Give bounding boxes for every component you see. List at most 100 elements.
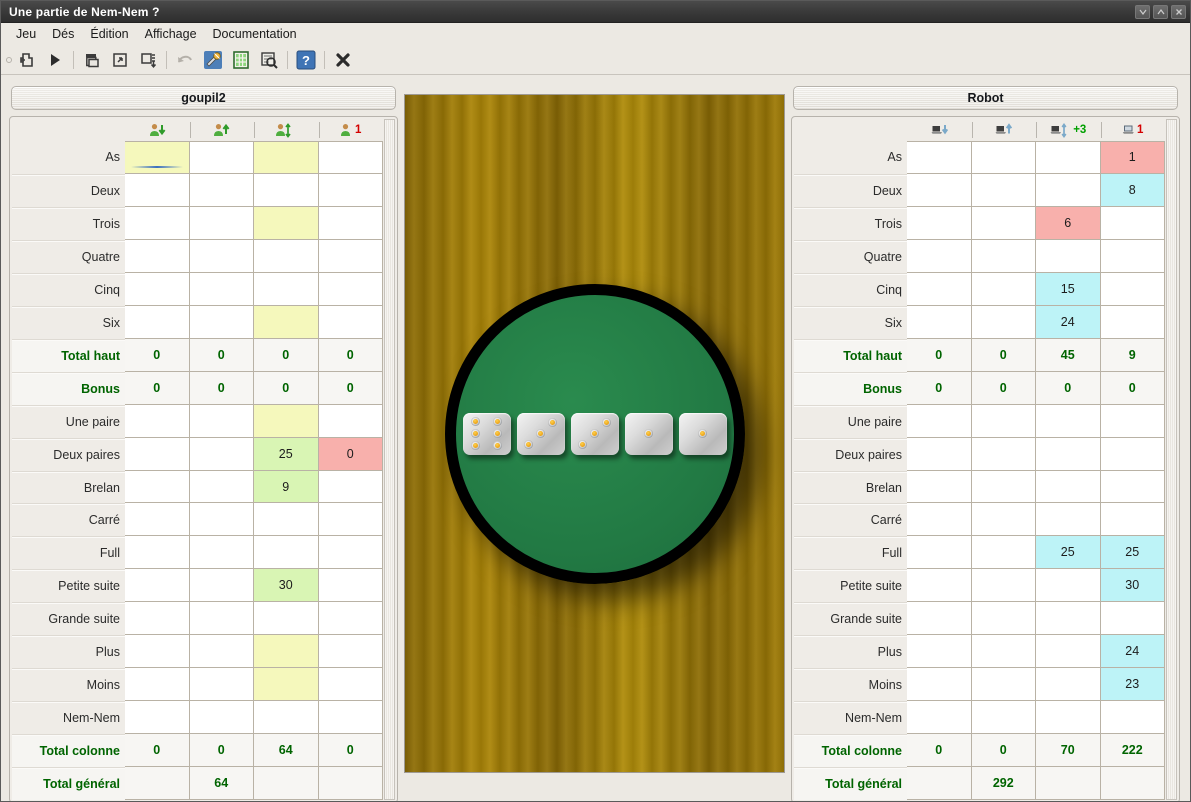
- score-cell[interactable]: [125, 437, 190, 471]
- print-preview-button[interactable]: [255, 47, 283, 73]
- score-cell[interactable]: [189, 437, 254, 471]
- score-cell[interactable]: 24: [1100, 635, 1165, 669]
- score-cell[interactable]: [907, 668, 972, 702]
- score-cell[interactable]: [971, 305, 1036, 339]
- score-cell[interactable]: [907, 536, 972, 570]
- score-cell[interactable]: [971, 701, 1036, 735]
- score-cell[interactable]: [125, 173, 190, 207]
- score-cell[interactable]: [189, 701, 254, 735]
- paste-button[interactable]: [106, 47, 134, 73]
- score-cell[interactable]: [254, 536, 319, 570]
- save-as-button[interactable]: [134, 47, 162, 73]
- score-cell[interactable]: [125, 239, 190, 273]
- score-cell[interactable]: [189, 239, 254, 273]
- die-1[interactable]: [462, 412, 511, 455]
- score-cell[interactable]: [189, 569, 254, 603]
- score-cell[interactable]: [1036, 141, 1101, 174]
- score-cell[interactable]: [125, 635, 190, 669]
- minimize-button[interactable]: [1135, 4, 1150, 19]
- player-name-left[interactable]: goupil2: [11, 86, 396, 110]
- score-cell[interactable]: [971, 239, 1036, 273]
- score-cell[interactable]: [254, 602, 319, 636]
- score-cell[interactable]: [318, 569, 383, 603]
- score-cell[interactable]: [189, 668, 254, 702]
- score-cell[interactable]: [1100, 437, 1165, 471]
- score-cell[interactable]: [1100, 602, 1165, 636]
- column-header-both[interactable]: [254, 119, 319, 141]
- score-cell[interactable]: [971, 668, 1036, 702]
- score-cell[interactable]: [125, 536, 190, 570]
- score-cell[interactable]: [1036, 701, 1101, 735]
- score-cell[interactable]: [254, 404, 319, 438]
- score-cell[interactable]: [254, 272, 319, 306]
- score-cell[interactable]: [1036, 404, 1101, 438]
- play-button[interactable]: [41, 47, 69, 73]
- preferences-button[interactable]: [199, 47, 227, 73]
- copy-button[interactable]: [78, 47, 106, 73]
- die-2[interactable]: [516, 412, 565, 455]
- score-cell[interactable]: 25: [254, 437, 319, 471]
- score-cell[interactable]: [971, 141, 1036, 174]
- score-cell[interactable]: [1100, 305, 1165, 339]
- score-cell[interactable]: [907, 503, 972, 537]
- score-cell[interactable]: [125, 272, 190, 306]
- score-cell[interactable]: 23: [1100, 668, 1165, 702]
- score-cell[interactable]: [318, 470, 383, 504]
- score-cell[interactable]: [189, 470, 254, 504]
- score-cell[interactable]: [907, 305, 972, 339]
- score-cell[interactable]: [189, 173, 254, 207]
- score-cell[interactable]: [971, 635, 1036, 669]
- score-cell[interactable]: [254, 239, 319, 273]
- score-cell[interactable]: [971, 173, 1036, 207]
- score-cell[interactable]: [907, 206, 972, 240]
- score-cell[interactable]: [318, 503, 383, 537]
- die-5[interactable]: [678, 412, 727, 455]
- score-cell[interactable]: 9: [254, 470, 319, 504]
- score-cell[interactable]: [907, 404, 972, 438]
- toolbar-grip[interactable]: [5, 49, 13, 71]
- close-button[interactable]: [1171, 4, 1186, 19]
- score-cell[interactable]: [318, 668, 383, 702]
- vertical-scrollbar-left[interactable]: [384, 119, 395, 800]
- player-name-right[interactable]: Robot: [793, 86, 1178, 110]
- score-cell[interactable]: [125, 305, 190, 339]
- score-cell[interactable]: [907, 701, 972, 735]
- score-cell[interactable]: [1036, 602, 1101, 636]
- score-cell[interactable]: [125, 569, 190, 603]
- score-cell[interactable]: 15: [1036, 272, 1101, 306]
- score-cell[interactable]: 0: [318, 437, 383, 471]
- score-cell[interactable]: [125, 602, 190, 636]
- score-cell[interactable]: [1036, 173, 1101, 207]
- menu-des[interactable]: Dés: [45, 25, 81, 43]
- score-cell[interactable]: [189, 404, 254, 438]
- score-cell[interactable]: [1036, 239, 1101, 273]
- score-cell[interactable]: [254, 305, 319, 339]
- menu-edition[interactable]: Édition: [83, 25, 135, 43]
- new-game-button[interactable]: [13, 47, 41, 73]
- score-cell[interactable]: [125, 503, 190, 537]
- scores-table-button[interactable]: [227, 47, 255, 73]
- column-header-descending[interactable]: [907, 119, 972, 141]
- score-cell[interactable]: [1100, 503, 1165, 537]
- score-cell[interactable]: [907, 569, 972, 603]
- score-cell[interactable]: [971, 602, 1036, 636]
- score-cell[interactable]: [971, 437, 1036, 471]
- score-cell[interactable]: 24: [1036, 305, 1101, 339]
- score-cell[interactable]: [254, 173, 319, 207]
- score-cell[interactable]: [971, 503, 1036, 537]
- score-cell[interactable]: [318, 602, 383, 636]
- column-header-both[interactable]: +3: [1036, 119, 1101, 141]
- score-cell[interactable]: [907, 437, 972, 471]
- score-cell[interactable]: [1036, 668, 1101, 702]
- score-cell[interactable]: [125, 141, 190, 174]
- score-cell[interactable]: [1036, 437, 1101, 471]
- score-cell[interactable]: [318, 141, 383, 174]
- score-cell[interactable]: [254, 503, 319, 537]
- die-4[interactable]: [624, 412, 673, 455]
- score-cell[interactable]: [254, 206, 319, 240]
- score-cell[interactable]: [971, 206, 1036, 240]
- score-cell[interactable]: 30: [254, 569, 319, 603]
- column-header-ascending[interactable]: [189, 119, 255, 141]
- score-cell[interactable]: [1036, 569, 1101, 603]
- score-cell[interactable]: 25: [1036, 536, 1101, 570]
